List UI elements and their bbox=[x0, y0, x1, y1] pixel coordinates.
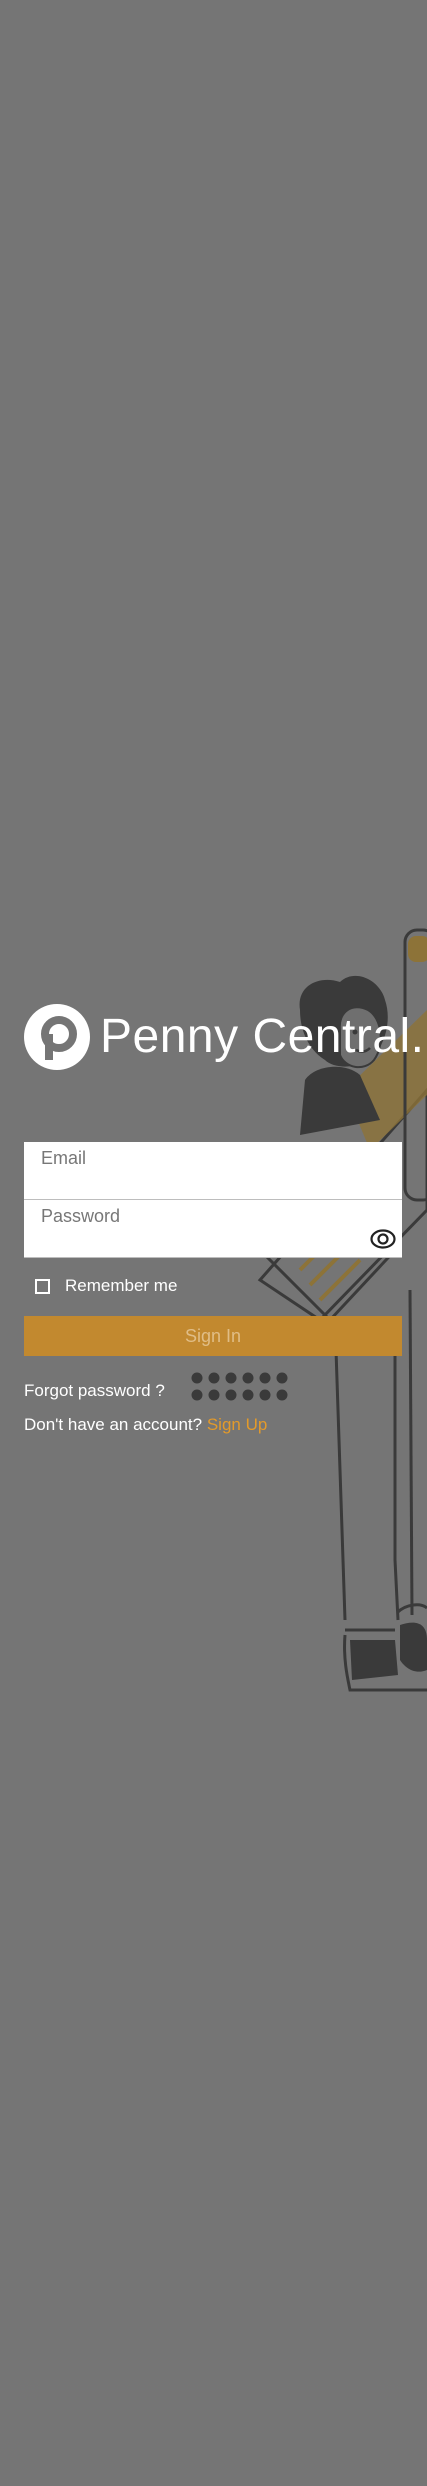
signup-prompt-text: Don't have an account? bbox=[24, 1415, 203, 1434]
email-input[interactable] bbox=[41, 1173, 352, 1193]
remember-me-label: Remember me bbox=[65, 1276, 178, 1295]
remember-me-checkbox[interactable] bbox=[35, 1278, 50, 1294]
remember-me[interactable]: Remember me bbox=[35, 1276, 177, 1296]
signup-prompt: Don't have an account? Sign Up bbox=[24, 1415, 267, 1435]
signboard-illustration bbox=[257, 928, 427, 1322]
sign-up-link[interactable]: Sign Up bbox=[207, 1415, 267, 1434]
password-input[interactable] bbox=[41, 1231, 352, 1251]
app-name: Penny Central. bbox=[100, 1010, 425, 1063]
sign-in-button[interactable]: Sign In bbox=[24, 1316, 402, 1356]
password-label: Password bbox=[41, 1206, 121, 1226]
dot-grid-decoration bbox=[191, 1372, 288, 1401]
email-field[interactable]: Email bbox=[24, 1142, 402, 1200]
eye-icon[interactable] bbox=[370, 1228, 396, 1250]
app-logo: Penny Central. bbox=[24, 1004, 425, 1070]
password-field[interactable]: Password bbox=[24, 1200, 402, 1258]
penny-p-logo-icon bbox=[24, 1004, 90, 1070]
forgot-password-link[interactable]: Forgot password ? bbox=[24, 1381, 165, 1401]
email-label: Email bbox=[41, 1148, 87, 1168]
